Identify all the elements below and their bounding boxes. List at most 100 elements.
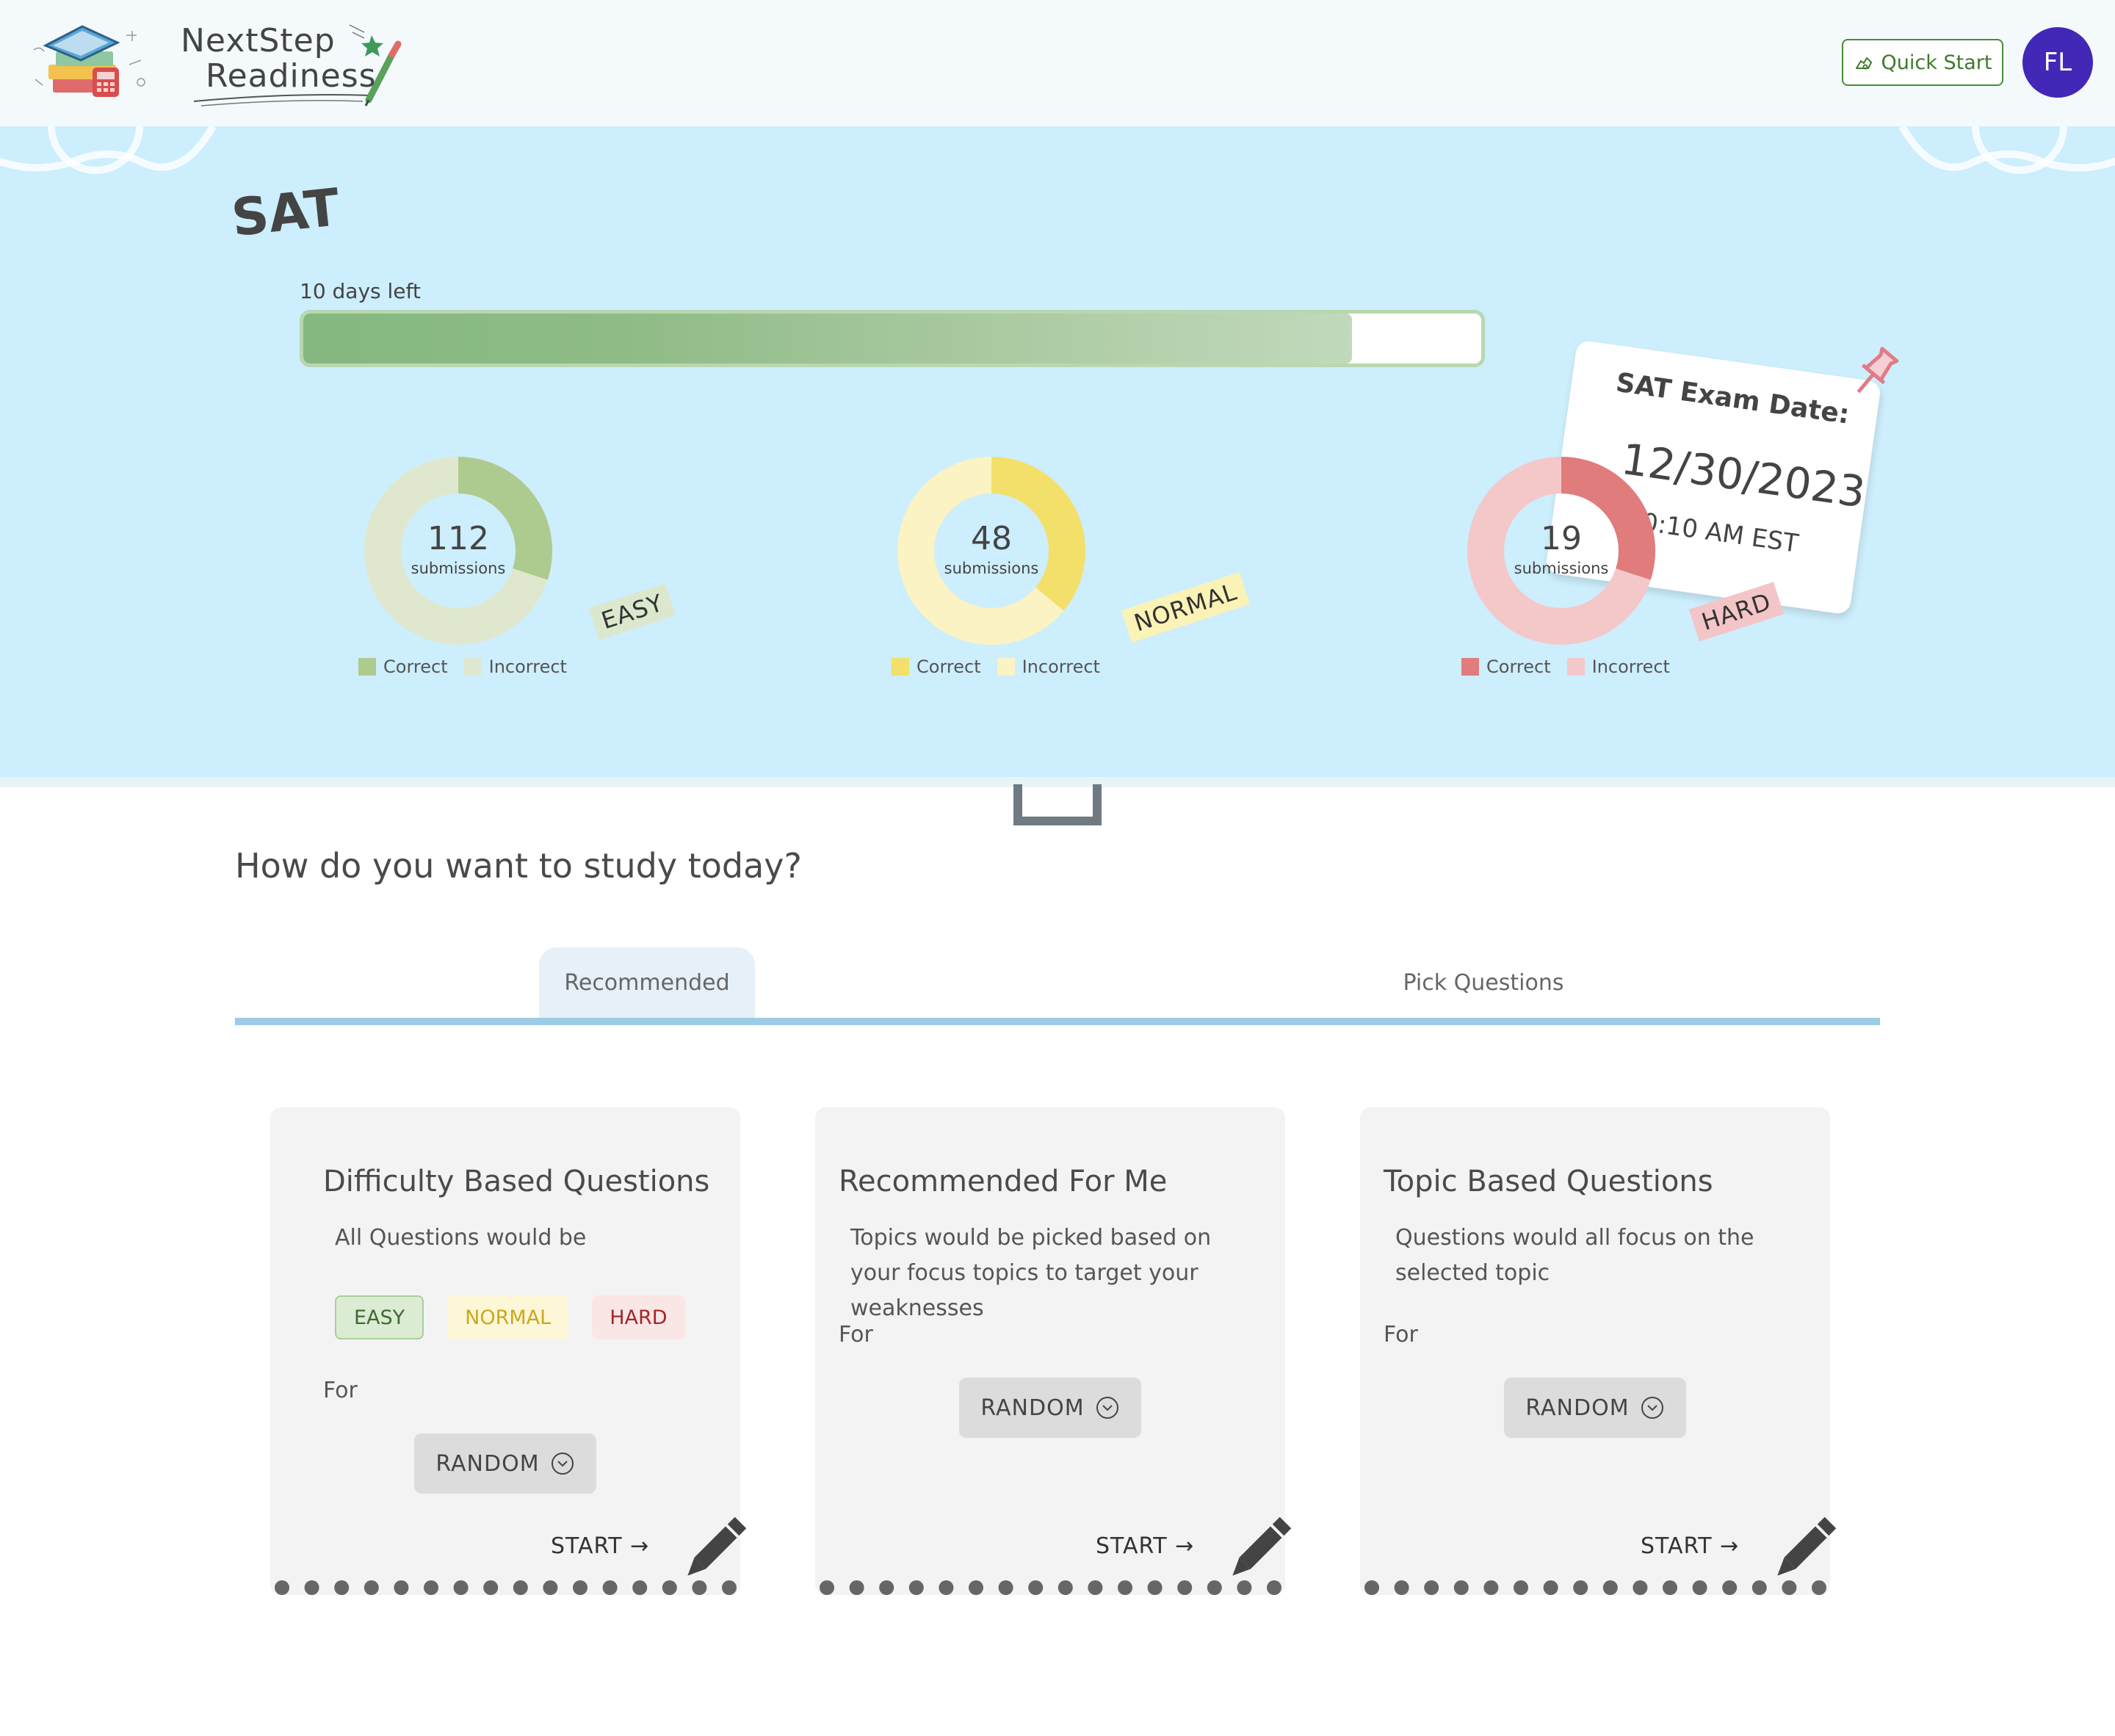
perforation-dot [879,1580,894,1595]
topic-select[interactable]: RANDOM [1504,1378,1686,1438]
difficulty-option-easy[interactable]: EASY [335,1295,424,1339]
topic-select-value: RANDOM [435,1450,540,1477]
perforation-dot [849,1580,864,1595]
days-left-label: 10 days left [300,279,421,303]
top-nav-bar: NextStep Readiness Quick Start FL [0,0,2115,126]
perforation-dot [1514,1580,1528,1595]
pushpin-icon [1856,347,1899,394]
perforation-dot [1267,1580,1281,1595]
for-label: For [323,1378,358,1403]
tab-pick-questions[interactable]: Pick Questions [1322,947,1645,1018]
start-button[interactable]: START → [1641,1533,1739,1559]
perforation-dot [1782,1580,1797,1595]
perforation-dot [820,1580,834,1595]
topic-select[interactable]: RANDOM [959,1378,1141,1438]
cloud-decoration [0,126,217,174]
legend-incorrect: Incorrect [463,657,567,677]
start-button[interactable]: START → [1096,1533,1194,1559]
card-description: All Questions would be [335,1225,587,1251]
difficulty-options: EASY NORMAL HARD [335,1295,685,1339]
study-card-recommended: Recommended For Me Topics would be picke… [815,1107,1292,1595]
perforation-dot [1812,1580,1826,1595]
perforation-dot [1118,1580,1132,1595]
study-card-difficulty: Difficulty Based Questions All Questions… [270,1107,747,1595]
perforation-dot [998,1580,1013,1595]
countdown-progress-fill [303,314,1352,364]
perforation-dot [1394,1580,1409,1595]
logo-line1: NextStep [181,22,336,59]
perforation-dot [453,1580,469,1595]
perforation-dot [543,1580,558,1595]
difficulty-stat-normal: 48 submissions Correct Incorrect [892,455,1131,690]
perforation-dot [1722,1580,1738,1595]
perforation-dot [908,1580,924,1595]
quick-start-button[interactable]: Quick Start [1842,39,2003,86]
hand-icon [1855,57,1872,70]
difficulty-stat-hard: 19 submissions Correct Incorrect [1461,455,1701,690]
perforation-dot [364,1580,379,1595]
perforation-dot [1483,1580,1499,1595]
perforation-dot [1633,1580,1648,1595]
perforation-dot [304,1580,319,1595]
donut-legend: Correct Incorrect [892,657,1100,677]
perforation-dot [483,1580,499,1595]
perforation-dot [1088,1580,1103,1595]
difficulty-tag-normal: NORMAL [1121,572,1250,643]
card-title: Difficulty Based Questions [323,1165,710,1198]
perforation-dot [602,1580,618,1595]
logo[interactable]: NextStep Readiness [179,22,414,110]
perforation-dot [424,1580,438,1595]
perforation-dot [334,1580,350,1595]
perforated-edge [1364,1580,1826,1595]
avatar[interactable]: FL [2022,27,2093,98]
perforation-dot [1177,1580,1193,1595]
perforation-dot [513,1580,528,1595]
exam-date-title: SAT Exam Date: [1613,367,1851,430]
submission-count: 48 [971,520,1012,557]
study-heading: How do you want to study today? [235,846,802,886]
collapse-handle[interactable] [1013,784,1102,825]
difficulty-option-normal[interactable]: NORMAL [447,1295,569,1339]
perforation-dot [1453,1580,1469,1595]
legend-correct: Correct [358,657,448,677]
books-icon [33,25,145,97]
submission-label: submissions [944,560,1039,577]
legend-incorrect: Incorrect [997,657,1100,677]
chevron-down-circle-icon [1641,1397,1663,1419]
topic-select[interactable]: RANDOM [414,1433,596,1494]
perforation-dot [1692,1580,1707,1595]
perforation-dot [573,1580,588,1595]
difficulty-stat-easy: 112 submissions Correct Incorrect [358,455,598,690]
exam-name: SAT [228,177,343,248]
topic-select-value: RANDOM [1525,1395,1630,1421]
perforated-edge [275,1580,737,1595]
perforation-dot [1028,1580,1044,1595]
donut-legend: Correct Incorrect [1461,657,1670,677]
perforation-dot [1602,1580,1618,1595]
card-title: Topic Based Questions [1384,1165,1713,1198]
perforation-dot [1147,1580,1163,1595]
legend-incorrect: Incorrect [1566,657,1670,677]
card-title: Recommended For Me [839,1165,1168,1198]
perforation-dot [1207,1580,1222,1595]
start-button[interactable]: START → [551,1533,649,1559]
tab-recommended[interactable]: Recommended [539,947,755,1018]
perforation-dot [394,1580,409,1595]
perforation-dot [632,1580,648,1595]
perforation-dot [275,1580,289,1595]
card-description: Questions would all focus on the selecte… [1395,1225,1754,1286]
legend-correct: Correct [1461,657,1551,677]
card-description: Topics would be picked based on your foc… [850,1225,1212,1321]
submission-label: submissions [411,560,506,577]
countdown-progress-bar [300,310,1485,367]
study-mode-tabs: Recommended Pick Questions [235,947,1880,1025]
chevron-down-circle-icon [551,1453,574,1475]
difficulty-option-hard[interactable]: HARD [592,1295,685,1339]
perforation-dot [969,1580,983,1595]
study-card-topic: Topic Based Questions Questions would al… [1360,1107,1837,1595]
legend-correct: Correct [892,657,981,677]
submission-label: submissions [1514,560,1609,577]
topic-select-value: RANDOM [980,1395,1085,1421]
perforation-dot [1663,1580,1677,1595]
cloud-decoration [1898,126,2115,174]
